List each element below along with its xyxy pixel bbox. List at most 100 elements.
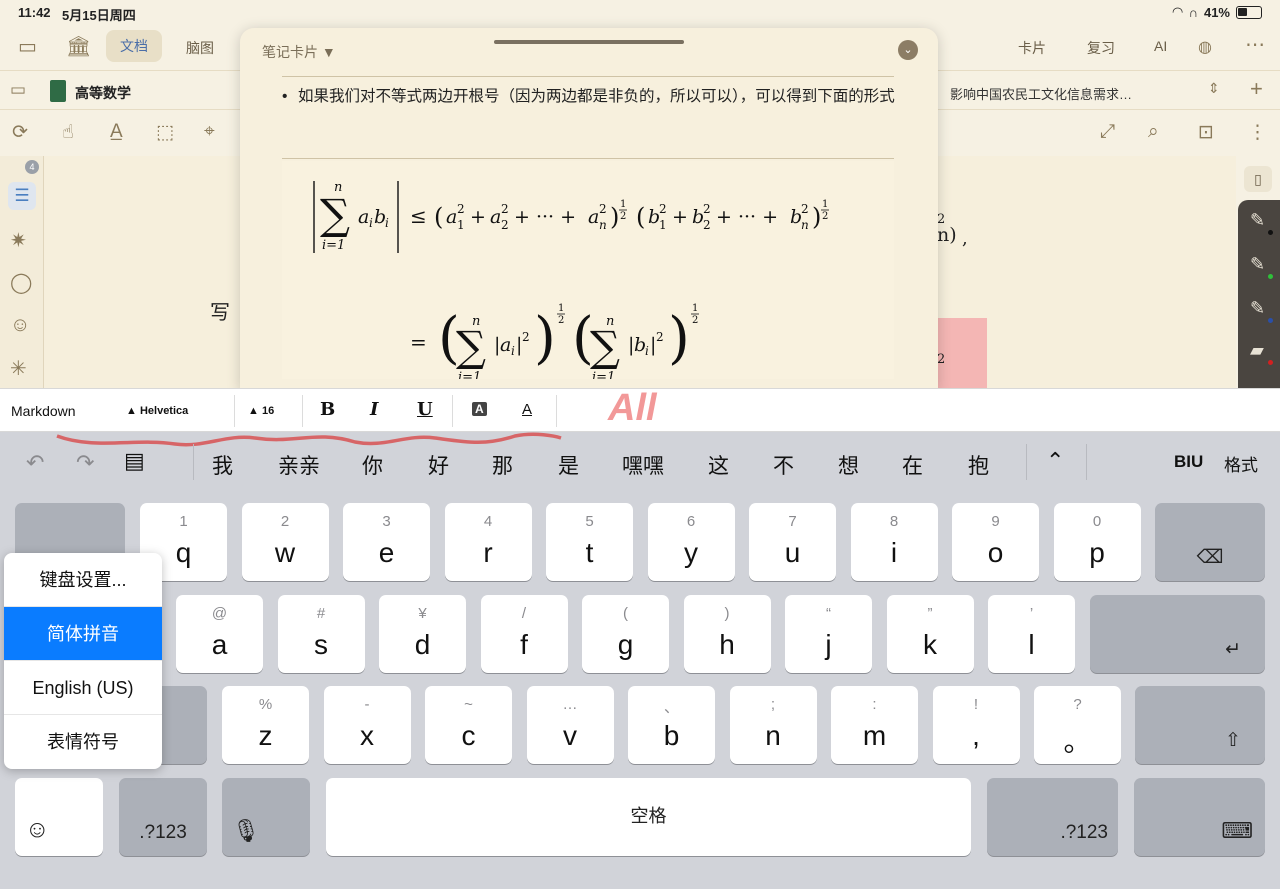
tab-document[interactable]: 文档 bbox=[106, 30, 162, 62]
card-bullet-text[interactable]: 如果我们对不等式两边开根号（因为两边都是非负的，所以可以），可以得到下面的形式 bbox=[282, 84, 898, 110]
robot-icon[interactable]: ☺ bbox=[10, 314, 30, 337]
key-letter[interactable]: 9o bbox=[952, 503, 1039, 581]
candidate-item[interactable]: 我 bbox=[212, 450, 233, 480]
key-letter[interactable]: ; n bbox=[729, 686, 817, 764]
review-button[interactable]: 复习 bbox=[1087, 38, 1115, 58]
clipboard-icon[interactable]: ▤ bbox=[124, 448, 145, 474]
key-letter[interactable]: ” k bbox=[886, 595, 974, 673]
candidate-item[interactable]: 嘿嘿 bbox=[622, 450, 664, 480]
library-icon[interactable]: 🏛 bbox=[66, 34, 91, 59]
graph-icon[interactable]: ✳ bbox=[10, 356, 27, 381]
font-size-picker[interactable]: ▲ 16 bbox=[248, 405, 274, 417]
sidebar-toggle-icon[interactable]: ▭ bbox=[18, 34, 37, 59]
key-letter[interactable]: 、 b bbox=[628, 686, 715, 764]
highlighter-icon[interactable]: ▰ bbox=[1250, 340, 1264, 361]
key-letter[interactable]: :m bbox=[831, 686, 918, 764]
hand-tool-icon[interactable]: ☝ bbox=[62, 121, 74, 144]
search-doc-icon[interactable]: ⌕ bbox=[1148, 121, 1159, 143]
panel-toggle-icon[interactable]: ▯ bbox=[1244, 166, 1272, 192]
biu-format-button[interactable]: BIU bbox=[1174, 452, 1203, 472]
key-letter[interactable]: 6y bbox=[647, 503, 735, 581]
key-letter[interactable]: 3e bbox=[343, 503, 430, 581]
tab-sort-icon[interactable]: ⇕ bbox=[1208, 80, 1220, 97]
bookmark-icon[interactable]: ⊡ bbox=[1198, 121, 1214, 144]
format-button[interactable]: 格式 bbox=[1224, 451, 1258, 476]
key-letter[interactable]: 0p bbox=[1053, 503, 1141, 581]
candidate-item[interactable]: 那 bbox=[492, 450, 513, 480]
key-letter[interactable]: ¥ d bbox=[379, 595, 466, 673]
key-letter[interactable]: 4r bbox=[444, 503, 532, 581]
italic-button[interactable]: I bbox=[370, 399, 378, 420]
candidate-item[interactable]: 好 bbox=[428, 450, 449, 480]
redo-icon[interactable]: ↷ bbox=[76, 450, 94, 476]
underline-button[interactable]: U bbox=[417, 399, 433, 420]
key-letter[interactable]: 5t bbox=[546, 503, 633, 581]
key-letter[interactable]: # s bbox=[277, 595, 365, 673]
pen-black-icon[interactable]: ✎ bbox=[1250, 210, 1265, 231]
sync-icon[interactable]: ⟳ bbox=[12, 121, 28, 144]
sparkle-icon[interactable]: ✷ bbox=[10, 228, 27, 253]
tab-other-document[interactable]: 影响中国农民工文化信息需求… bbox=[950, 84, 1132, 103]
key-letter[interactable]: ~ c bbox=[425, 686, 512, 764]
card-collapse-icon[interactable]: ⌄ bbox=[898, 40, 918, 60]
key-hide-keyboard[interactable]: ⌨ bbox=[1134, 778, 1265, 856]
menu-keyboard-settings[interactable]: 键盘设置... bbox=[4, 553, 162, 607]
key-delete[interactable]: ⌫ bbox=[1155, 503, 1265, 581]
card-drag-handle[interactable] bbox=[494, 40, 684, 44]
candidate-item[interactable]: 亲亲 bbox=[278, 450, 320, 480]
candidate-item[interactable]: 不 bbox=[773, 450, 794, 480]
key-globe-emoji[interactable]: ☺ bbox=[15, 778, 103, 856]
key-letter[interactable]: 2w bbox=[241, 503, 329, 581]
pen-blue-icon[interactable]: ✎ bbox=[1250, 298, 1265, 319]
menu-english-us[interactable]: English (US) bbox=[4, 661, 162, 715]
undo-icon[interactable]: ↶ bbox=[26, 450, 44, 476]
key-letter[interactable]: ?。 bbox=[1034, 686, 1121, 764]
text-tool-icon[interactable]: A̲ bbox=[110, 121, 123, 143]
background-color-button[interactable]: A bbox=[472, 402, 487, 416]
tab-current-document[interactable]: 高等数学 bbox=[75, 83, 131, 103]
candidate-item[interactable]: 抱 bbox=[968, 450, 989, 480]
candidate-item[interactable]: 在 bbox=[902, 450, 923, 480]
key-letter[interactable]: (g bbox=[582, 595, 669, 673]
tab-mindmap[interactable]: 脑图 bbox=[186, 38, 214, 58]
key-letter[interactable]: % z bbox=[222, 686, 309, 764]
bold-button[interactable]: B bbox=[320, 399, 335, 420]
circle-icon[interactable]: ◯ bbox=[10, 270, 32, 295]
candidate-item[interactable]: 你 bbox=[362, 450, 383, 480]
font-picker[interactable]: ▲ Helvetica bbox=[126, 405, 188, 417]
card-header-dropdown[interactable]: 笔记卡片 ▼ bbox=[262, 42, 336, 62]
markdown-mode-button[interactable]: Markdown bbox=[11, 403, 76, 419]
pen-green-icon[interactable]: ✎ bbox=[1250, 254, 1265, 275]
candidate-item[interactable]: 是 bbox=[558, 450, 579, 480]
key-letter[interactable]: … v bbox=[526, 686, 614, 764]
fullscreen-icon[interactable]: ⤢ bbox=[1100, 121, 1115, 143]
rectangle-tool-icon[interactable]: ⬚ bbox=[156, 121, 174, 144]
key-dictation[interactable]: 🎙 bbox=[222, 778, 310, 856]
key-letter[interactable]: 8i bbox=[850, 503, 938, 581]
web-icon[interactable]: ◍ bbox=[1198, 37, 1212, 57]
add-tab-icon[interactable]: + bbox=[1250, 76, 1263, 102]
key-letter[interactable]: / f bbox=[480, 595, 568, 673]
key-letter[interactable]: ) h bbox=[683, 595, 771, 673]
more-vertical-icon[interactable]: ⋮ bbox=[1248, 121, 1267, 144]
candidate-item[interactable]: 这 bbox=[708, 450, 729, 480]
key-letter[interactable]: -x bbox=[323, 686, 411, 764]
split-view-icon[interactable]: ▭ bbox=[10, 80, 26, 100]
key-letter[interactable]: 7u bbox=[749, 503, 836, 581]
search-list-icon[interactable]: ☰ bbox=[8, 182, 36, 210]
key-return[interactable]: ↵ bbox=[1090, 595, 1265, 673]
key-letter[interactable]: “j bbox=[785, 595, 872, 673]
key-numbers-left[interactable]: .?123 bbox=[119, 778, 207, 856]
expand-candidates-icon[interactable]: ⌃ bbox=[1046, 448, 1064, 474]
key-shift-right[interactable]: ⇧ bbox=[1135, 686, 1265, 764]
key-numbers-right[interactable]: .?123 bbox=[987, 778, 1118, 856]
ai-button[interactable]: AI bbox=[1154, 38, 1167, 54]
menu-emoji[interactable]: 表情符号 bbox=[4, 715, 162, 769]
lasso-tool-icon[interactable]: ⌖ bbox=[204, 121, 215, 143]
menu-simplified-pinyin[interactable]: 简体拼音 bbox=[4, 607, 162, 661]
key-letter[interactable]: @ a bbox=[176, 595, 263, 673]
candidate-item[interactable]: 想 bbox=[838, 450, 859, 480]
math-formula-block[interactable]: n ∑ i=1 a i b i ≤ ( a 2 1 + a 2 2 + ··· … bbox=[282, 161, 894, 385]
text-color-button[interactable]: A bbox=[522, 401, 532, 418]
key-letter[interactable]: ’ l bbox=[988, 595, 1075, 673]
